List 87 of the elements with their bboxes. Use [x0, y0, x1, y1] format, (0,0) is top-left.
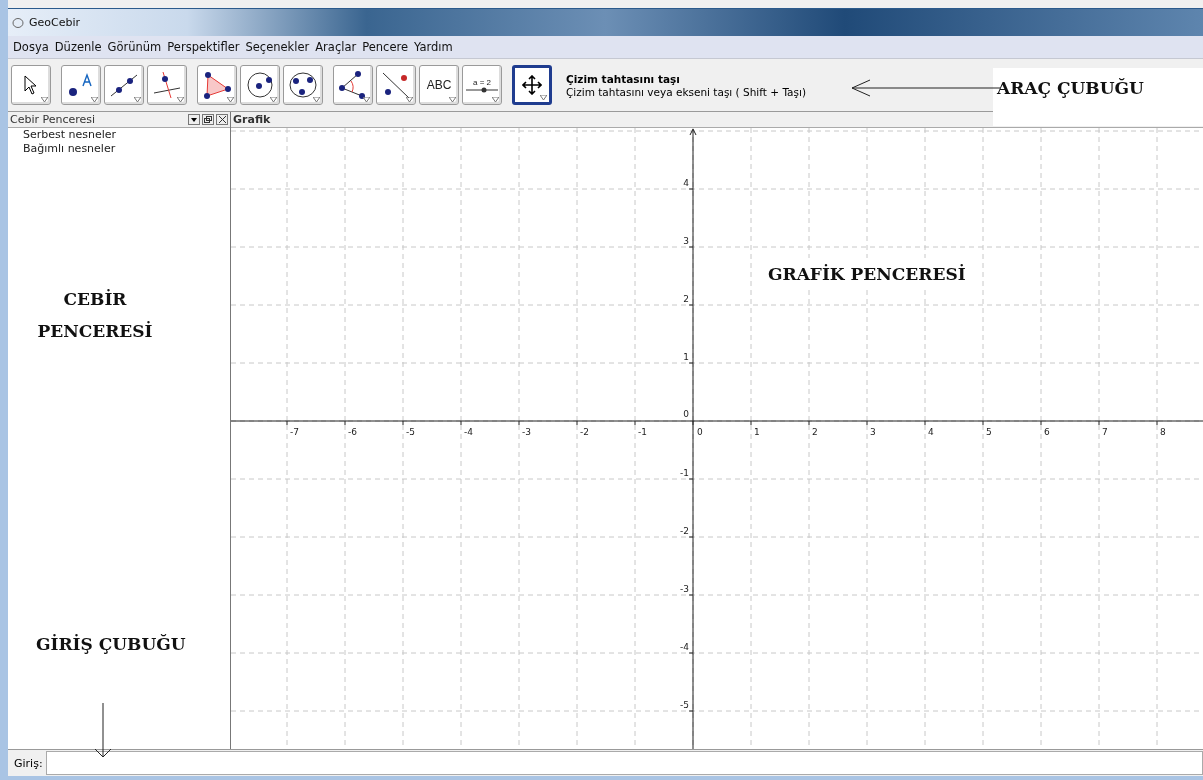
panel-menu-button[interactable]: [188, 114, 200, 125]
x-tick-label: -4: [464, 426, 473, 437]
x-tick-label: 6: [1044, 426, 1050, 437]
line-icon: [109, 72, 139, 98]
menu-item[interactable]: Düzenle: [51, 40, 105, 54]
x-tick-label: 1: [754, 426, 760, 437]
x-tick-label: 4: [928, 426, 934, 437]
tool-description: Çizim tahtasını veya ekseni taşı ( Shift + Taşı): [566, 85, 806, 98]
x-tick-label: -3: [522, 426, 531, 437]
x-tick-label: -6: [348, 426, 357, 437]
point-and-line-icon: [381, 71, 411, 99]
dropdown-triangle-icon: [227, 97, 234, 102]
menu-item[interactable]: Görünüm: [104, 40, 165, 54]
dropdown-triangle-icon: [540, 95, 547, 100]
dropdown-triangle-icon: [177, 97, 184, 102]
panel-title: Grafik: [233, 112, 271, 126]
tool-button[interactable]: [512, 65, 552, 105]
y-tick-label: 3: [683, 235, 689, 246]
dropdown-triangle-icon: [406, 97, 413, 102]
panel-detach-button[interactable]: [202, 114, 214, 125]
panel-title: Cebir Penceresi: [10, 113, 96, 126]
dropdown-triangle-icon: [41, 97, 48, 102]
y-tick-label: 1: [683, 351, 689, 362]
tool-button[interactable]: [376, 65, 416, 105]
dropdown-triangle-icon: [134, 97, 141, 102]
circle-icon: [245, 70, 275, 100]
algebra-item[interactable]: Serbest nesneler: [8, 128, 230, 142]
menu-item[interactable]: Yardım: [411, 40, 456, 54]
tool-button[interactable]: [283, 65, 323, 105]
menu-item[interactable]: Perspektifler: [164, 40, 243, 54]
tool-button[interactable]: [147, 65, 187, 105]
text-tool-label: ABC: [426, 78, 452, 92]
x-tick-label: 7: [1102, 426, 1108, 437]
down-arrow: [93, 703, 113, 759]
dropdown-icon: [191, 117, 197, 122]
y-tick-label: -3: [680, 583, 689, 594]
tool-button[interactable]: [197, 65, 237, 105]
slider-icon: [466, 86, 498, 93]
y-tick-label: -5: [680, 699, 689, 710]
input-label: Giriş:: [14, 756, 43, 770]
panel-close-button[interactable]: [216, 114, 228, 125]
menu-item[interactable]: Pencere: [359, 40, 411, 54]
menu-item[interactable]: Araçlar: [312, 40, 360, 54]
tool-button[interactable]: [104, 65, 144, 105]
x-tick-label: -2: [580, 426, 589, 437]
algebra-item[interactable]: Bağımlı nesneler: [8, 142, 230, 156]
x-tick-label: 5: [986, 426, 992, 437]
x-tick-label: -1: [638, 426, 647, 437]
x-tick-label: 0: [697, 426, 703, 437]
circle-through-points-icon: [288, 70, 318, 100]
dropdown-triangle-icon: [363, 97, 370, 102]
x-tick-label: 2: [812, 426, 818, 437]
x-tick-label: 3: [870, 426, 876, 437]
tool-button[interactable]: ABC: [419, 65, 459, 105]
window-title: GeoCebir: [29, 16, 81, 29]
app-logo-icon: [12, 16, 24, 29]
dropdown-triangle-icon: [91, 97, 98, 102]
tool-button[interactable]: a = 2: [462, 65, 502, 105]
angle-icon: [338, 71, 368, 99]
dropdown-triangle-icon: [492, 97, 499, 102]
annotation-text: ARAÇ ÇUBUĞU: [993, 68, 1203, 127]
y-tick-label: -4: [680, 641, 689, 652]
x-tick-label: 8: [1160, 426, 1166, 437]
origin-label: 0: [683, 408, 689, 419]
menu-item[interactable]: Seçenekler: [242, 40, 313, 54]
input-field[interactable]: [45, 751, 1203, 775]
y-tick-label: 4: [683, 177, 689, 188]
perpendicular-lines-icon: [152, 71, 182, 99]
windows-icon: [204, 116, 212, 123]
dropdown-triangle-icon: [313, 97, 320, 102]
triangle-icon: [202, 71, 232, 99]
y-tick-label: -1: [680, 467, 689, 478]
tool-button[interactable]: [61, 65, 101, 105]
slider-tool-label: a = 2: [473, 77, 491, 87]
tool-button[interactable]: [240, 65, 280, 105]
menu-item[interactable]: Dosya: [10, 40, 52, 54]
tool-name: Çizim tahtasını taşı: [566, 72, 681, 85]
tool-button[interactable]: [333, 65, 373, 105]
dropdown-triangle-icon: [270, 97, 277, 102]
x-tick-label: -5: [406, 426, 415, 437]
close-icon: [218, 116, 226, 123]
x-tick-label: -7: [290, 426, 299, 437]
y-tick-label: 2: [683, 293, 689, 304]
dropdown-triangle-icon: [449, 97, 456, 102]
move-arrows-icon: [522, 75, 542, 95]
y-tick-label: -2: [680, 525, 689, 536]
cursor-icon: [24, 75, 38, 95]
